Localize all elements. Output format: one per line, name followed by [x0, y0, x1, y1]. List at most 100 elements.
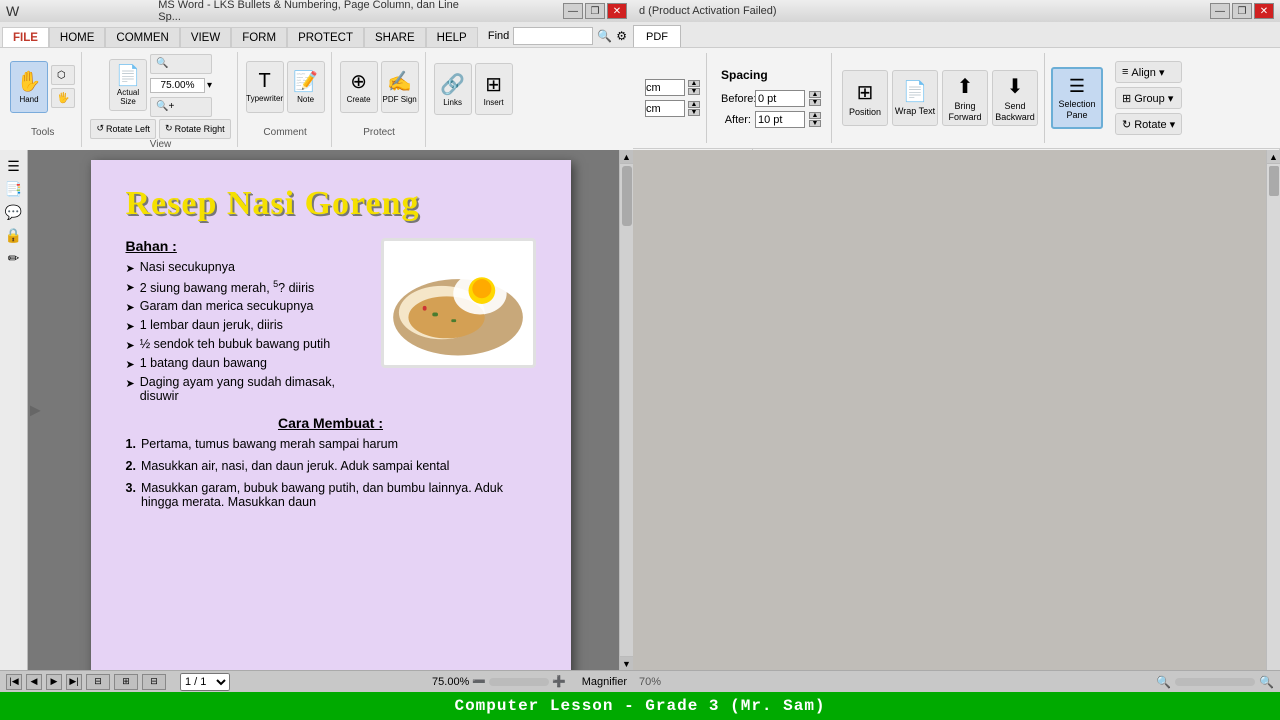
nav-icon-3[interactable]: 💬	[5, 204, 22, 221]
settings-button[interactable]: ⚙	[616, 29, 627, 43]
after-up[interactable]: ▲	[809, 112, 821, 119]
scroll-thumb[interactable]	[622, 166, 632, 226]
play-button[interactable]: ▶	[46, 674, 62, 690]
tab-protect[interactable]: PROTECT	[287, 27, 364, 47]
pdf-scroll-thumb[interactable]	[1269, 166, 1279, 196]
bullet-arrow-5: ➤	[126, 339, 135, 352]
pdf-scroll-up[interactable]: ▲	[1267, 150, 1280, 164]
document-scroll-area: ▶ Resep Nasi Goreng	[28, 150, 633, 670]
fit-button[interactable]: ⊟	[142, 674, 166, 690]
unit-input-1[interactable]	[645, 79, 685, 96]
bullet-arrow-2: ➤	[126, 281, 135, 294]
zoom-out-button[interactable]: 🔍	[150, 54, 212, 74]
pdf-sign-button[interactable]: ✍ PDF Sign	[381, 61, 419, 113]
pdf-close-button[interactable]: ✕	[1254, 3, 1274, 19]
pdf-restore-button[interactable]: ❐	[1232, 3, 1252, 19]
tab-view[interactable]: VIEW	[180, 27, 231, 47]
wrap-text-button[interactable]: 📄 Wrap Text	[892, 70, 938, 126]
bullet-arrow-7: ➤	[126, 377, 135, 390]
zoom-dropdown[interactable]: ▾	[207, 80, 212, 91]
unit-group: ▲ ▼ ▲ ▼	[639, 53, 707, 143]
prev-button[interactable]: ◀	[26, 674, 42, 690]
unit-down-1[interactable]: ▼	[688, 88, 700, 95]
tab-share[interactable]: SHARE	[364, 27, 426, 47]
selection-pane-button[interactable]: ☰ Selection Pane	[1051, 67, 1103, 129]
zoom-in-button[interactable]: 🔍+	[150, 97, 212, 117]
pan-tool[interactable]: 🖐	[51, 88, 75, 108]
after-down[interactable]: ▼	[809, 120, 821, 127]
ingredient-3: ➤ Garam dan merica secukupnya	[126, 299, 371, 314]
select-tool[interactable]: ⬡	[51, 65, 75, 85]
restore-button[interactable]: ❐	[585, 3, 605, 19]
pdf-minimize-button[interactable]: —	[1210, 3, 1230, 19]
typewriter-button[interactable]: T Typewriter	[246, 61, 284, 113]
zoom-in-status[interactable]: ➕	[552, 675, 566, 688]
prev-page-button[interactable]: |◀	[6, 674, 22, 690]
rotate-left-button[interactable]: ↺ Rotate Left	[90, 119, 156, 139]
find-input[interactable]	[513, 27, 593, 45]
nav-icon-5[interactable]: ✏	[8, 250, 20, 267]
collapse-arrow[interactable]: ▶	[30, 402, 41, 419]
before-input[interactable]	[755, 90, 805, 107]
zoom-out-status[interactable]: ➖	[472, 675, 486, 688]
step-number-3: 3.	[126, 481, 136, 495]
comment-label: Comment	[263, 127, 306, 138]
note-button[interactable]: 📝 Note	[287, 61, 325, 113]
page-select[interactable]: 1 / 1	[180, 673, 230, 691]
before-up[interactable]: ▲	[809, 91, 821, 98]
nav-icon-2[interactable]: 📑	[5, 181, 22, 198]
actual-size-button[interactable]: 📄 Actual Size	[109, 59, 147, 111]
next-button[interactable]: ▶|	[66, 674, 82, 690]
nav-icon-1[interactable]: ☰	[7, 158, 20, 175]
nav-icon-4[interactable]: 🔒	[5, 227, 22, 244]
pdf-right-scrollbar[interactable]: ▲	[1266, 150, 1280, 692]
insert-button[interactable]: ⊞ Insert	[475, 63, 513, 115]
after-input[interactable]	[755, 111, 805, 128]
rotate-right-button[interactable]: ↻ Rotate Right	[159, 119, 231, 139]
close-button[interactable]: ✕	[607, 3, 627, 19]
unit-input-2[interactable]	[645, 100, 685, 117]
tab-file[interactable]: FILE	[2, 27, 49, 47]
first-page-button[interactable]: ⊟	[86, 674, 110, 690]
cara-header: Cara Membuat :	[126, 415, 536, 431]
unit-up-1[interactable]: ▲	[688, 80, 700, 87]
step-number-2: 2.	[126, 459, 136, 473]
unit-down-2[interactable]: ▼	[688, 109, 700, 116]
zoom-value-display: 75.00% ➖ ➕	[432, 675, 566, 688]
word-title-text: MS Word - LKS Bullets & Numbering, Page …	[158, 0, 475, 23]
pdf-zoom-in[interactable]: 🔍	[1259, 675, 1274, 689]
zoom-slider[interactable]	[489, 678, 549, 686]
pdf-title-bar: d (Product Activation Failed) — ❐ ✕	[633, 0, 1280, 22]
pdf-tab-main[interactable]: PDF	[633, 25, 681, 47]
before-spinner: ▲ ▼	[809, 91, 821, 106]
doc-scrollbar[interactable]: ▲ ▼	[619, 150, 633, 670]
links-button[interactable]: 🔗 Links	[434, 63, 472, 115]
align-button[interactable]: ≡ Align ▾	[1115, 61, 1182, 83]
tab-help[interactable]: HELP	[426, 27, 478, 47]
tab-home[interactable]: HOME	[49, 27, 106, 47]
thumbnail-button[interactable]: ⊞	[114, 674, 138, 690]
minimize-button[interactable]: —	[563, 3, 583, 19]
word-content-area: ☰ 📑 💬 🔒 ✏ ▶ Resep Nasi Goreng	[0, 150, 633, 670]
pdf-window: d (Product Activation Failed) — ❐ ✕ PDF …	[633, 0, 1280, 720]
tab-comment[interactable]: COMMEN	[105, 27, 179, 47]
unit-up-2[interactable]: ▲	[688, 101, 700, 108]
pdf-zoom-slider[interactable]	[1175, 678, 1255, 686]
hand-tool-button[interactable]: ✋ Hand	[10, 61, 48, 113]
send-backward-button[interactable]: ⬇ Send Backward	[992, 70, 1038, 126]
selection-pane-icon: ☰	[1069, 76, 1085, 97]
bring-forward-button[interactable]: ⬆ Bring Forward	[942, 70, 988, 126]
step-number-1: 1.	[126, 437, 136, 451]
group-button[interactable]: ⊞ Group ▾	[1115, 87, 1182, 109]
rotate-button[interactable]: ↻ Rotate ▾	[1115, 113, 1182, 135]
pdf-zoom-out[interactable]: 🔍	[1156, 675, 1171, 689]
tab-form[interactable]: FORM	[231, 27, 287, 47]
scroll-up-arrow[interactable]: ▲	[620, 150, 633, 164]
find-label[interactable]: Find	[488, 30, 509, 42]
scroll-down-arrow[interactable]: ▼	[620, 656, 633, 670]
magnifier-label: Magnifier	[582, 676, 627, 688]
create-button[interactable]: ⊕ Create	[340, 61, 378, 113]
position-button[interactable]: ⊞ Position	[842, 70, 888, 126]
before-down[interactable]: ▼	[809, 99, 821, 106]
search-button[interactable]: 🔍	[597, 29, 612, 43]
